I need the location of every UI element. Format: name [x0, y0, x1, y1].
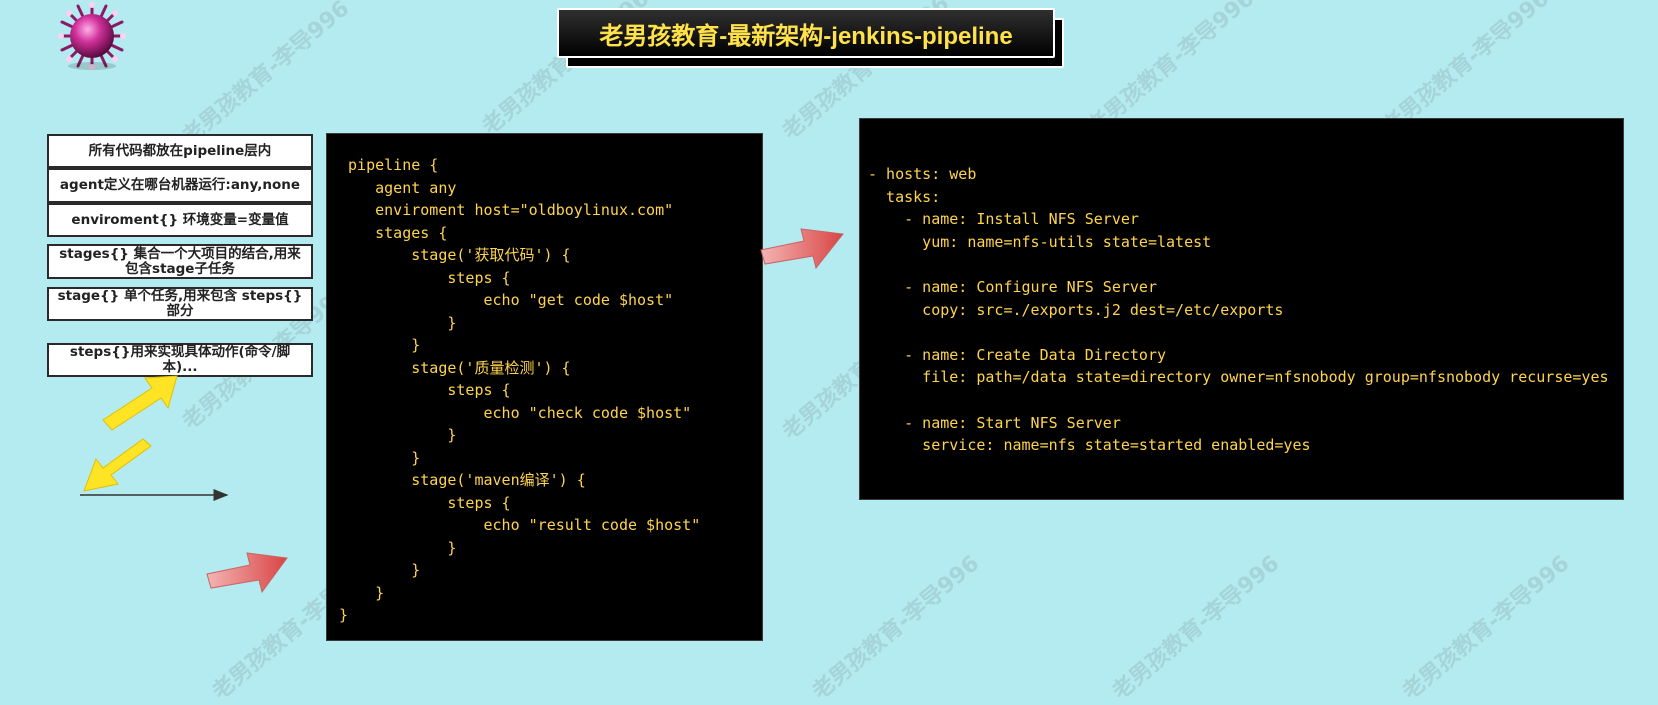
- yellow-arrow-icon: [102, 375, 178, 431]
- red-arrow-icon: [760, 228, 844, 270]
- red-arrow-icon: [206, 552, 288, 594]
- yellow-arrow-icon: [83, 438, 152, 492]
- arrows-layer: [80, 228, 844, 594]
